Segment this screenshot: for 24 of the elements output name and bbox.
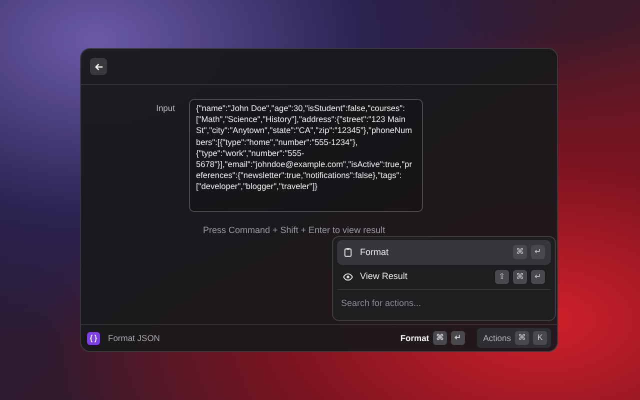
menu-item-label: Format (360, 246, 389, 259)
key-cap: ⌘ (433, 331, 448, 345)
key-cap: K (533, 331, 547, 345)
key-cap: ↵ (531, 245, 545, 260)
format-button[interactable]: Format ⌘ ↵ (396, 329, 470, 347)
key-cap: ⌘ (515, 331, 529, 345)
clipboard-icon (343, 247, 353, 258)
key-cap: ↵ (531, 270, 545, 284)
menu-item-label: View Result (360, 270, 408, 284)
input-field[interactable]: {"name":"John Doe","age":30,"isStudent":false,"courses":["Math","Science","History"],"address":{"street":"123 Main St","city":"Anytown","state":"CA","zip":"12345"},"phoneNumbers":[{"type":"home","number":"555-1234"},{"type":"work","number":"555-5678"}],"email":"johndoe@example.com","isActive":true,"preferences":{"newsletter":true,"notifications":false},"tags":["developer","blogger","traveler"]} (189, 99, 423, 212)
key-cap: ⇧ (495, 270, 509, 284)
actions-button[interactable]: Actions ⌘ K (477, 328, 551, 348)
eye-icon (343, 272, 353, 282)
menu-item[interactable]: View Result ⇧ ⌘ ↵ (337, 264, 551, 290)
field-label: Input (155, 102, 176, 115)
hint-text: Press Command + Shift + Enter to view result (203, 224, 386, 237)
menu-item[interactable]: Format ⌘ ↵ (337, 240, 551, 265)
key-cap: ⌘ (513, 270, 527, 284)
key-cap: ⌘ (513, 245, 527, 260)
search-field[interactable]: Search for actions... (337, 296, 551, 310)
left-arrow-icon (94, 62, 104, 72)
key-cap: ↵ (451, 331, 466, 345)
footer-title: Format JSON (108, 332, 160, 344)
back-button[interactable] (90, 58, 107, 75)
